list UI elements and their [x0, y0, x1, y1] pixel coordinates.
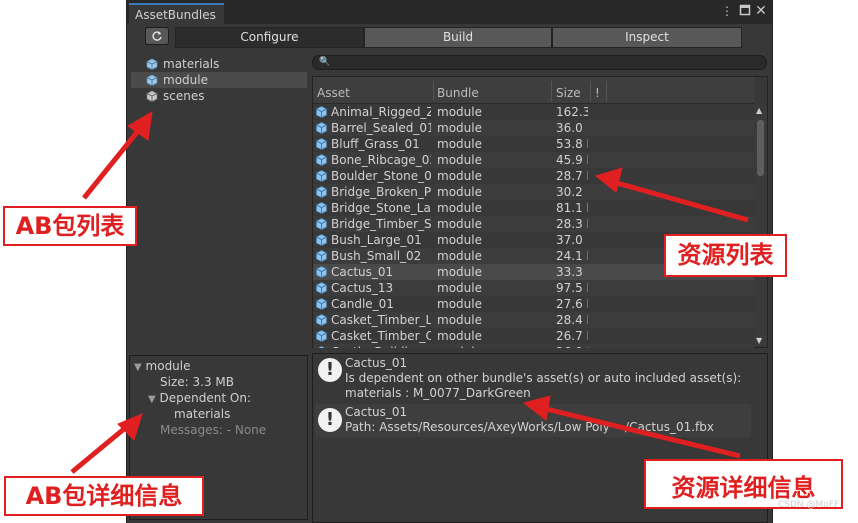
annotation-bundle-detail: AB包详细信息: [4, 476, 204, 516]
arrow-head: [117, 413, 143, 441]
arrow-head: [594, 167, 623, 193]
annotation-bundle-list: AB包列表: [3, 206, 137, 246]
annotation-asset-list: 资源列表: [664, 234, 787, 277]
arrow-to-bundle-list: [82, 124, 144, 200]
arrow-head: [522, 395, 551, 421]
arrow-to-asset-list: [609, 178, 749, 223]
arrow-to-bundle-detail: [70, 422, 132, 474]
arrow-to-asset-detail: [537, 404, 741, 459]
watermark: CSDN @MoFF: [778, 500, 840, 510]
